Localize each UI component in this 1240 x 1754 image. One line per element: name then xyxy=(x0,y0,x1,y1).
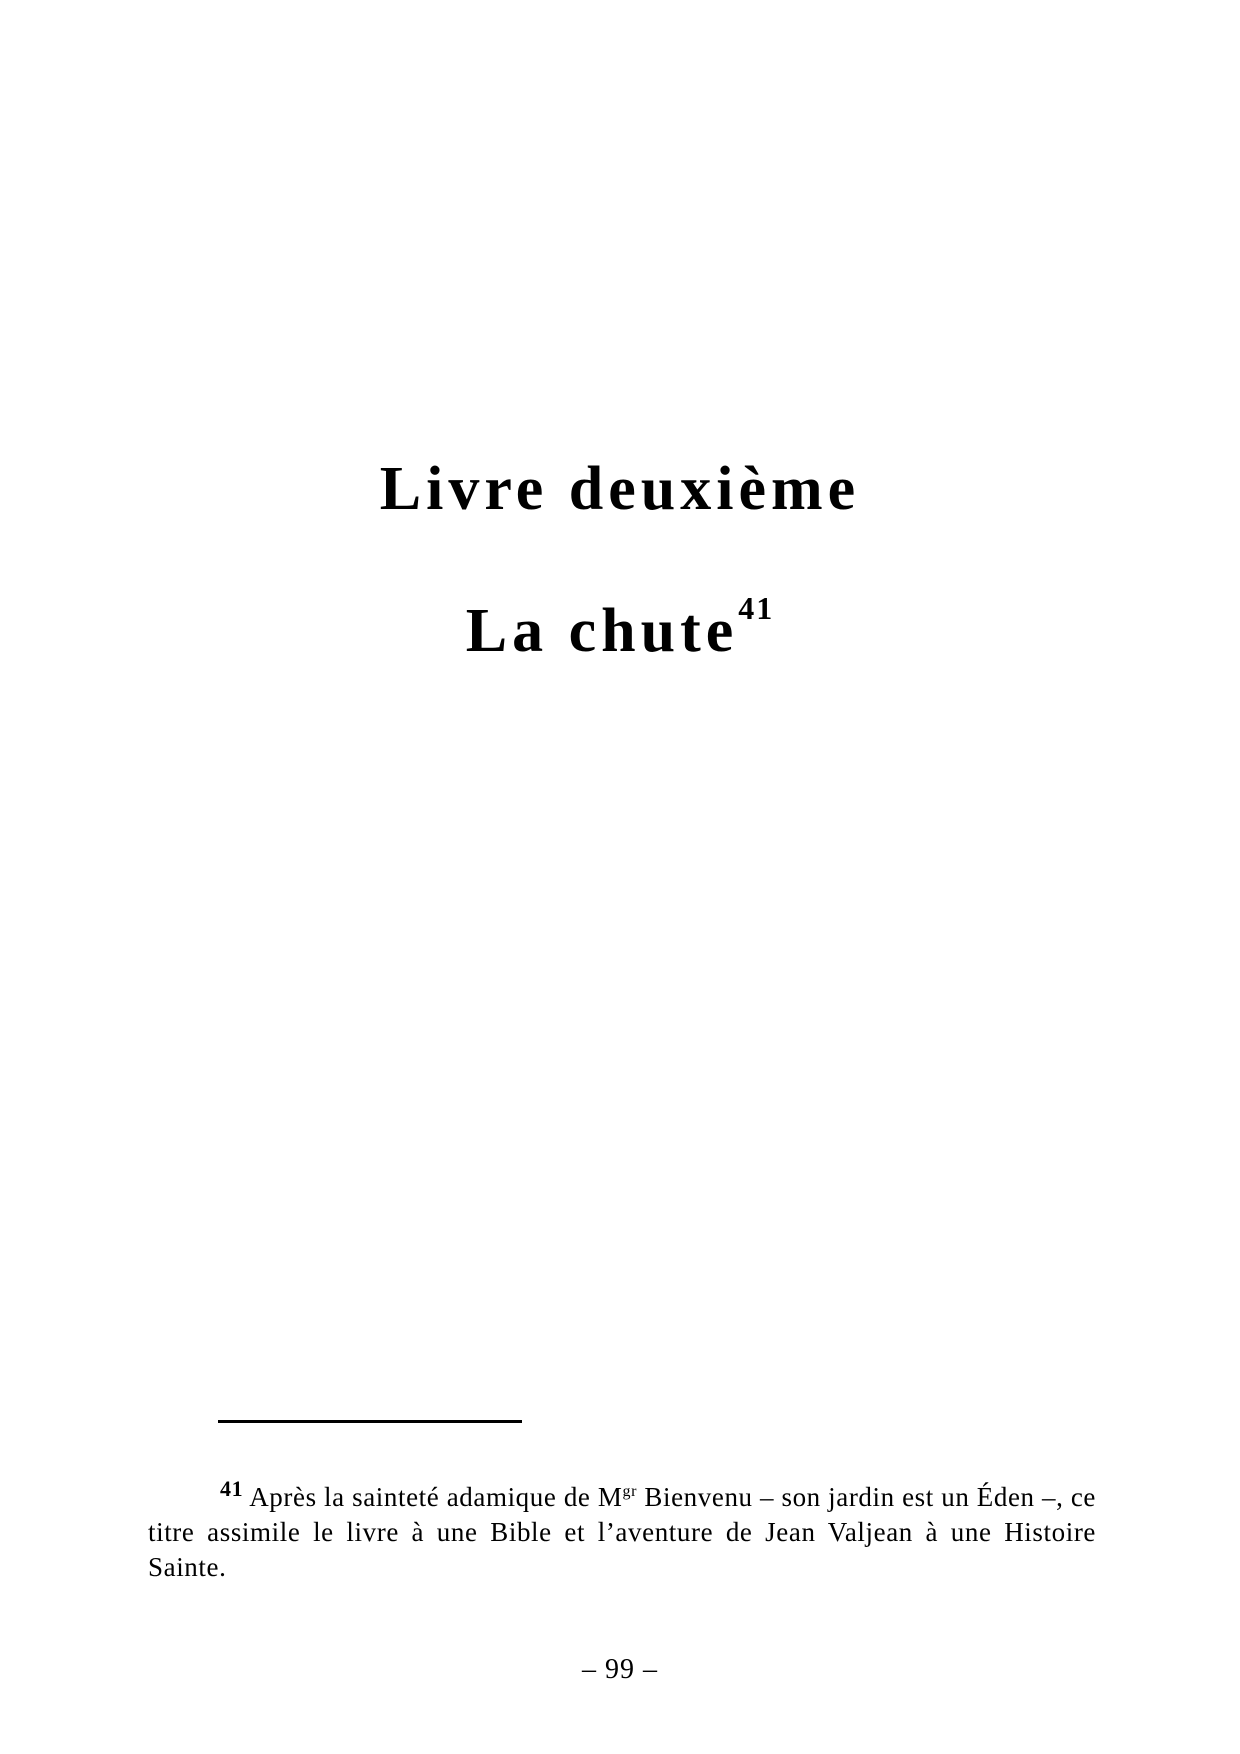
page-number: – 99 – xyxy=(582,1654,658,1685)
part-title: La chute41 xyxy=(0,592,1240,665)
footnote-text-start: Après la sainteté adamique de M xyxy=(249,1482,623,1512)
footnote-separator xyxy=(218,1420,522,1423)
footnote-number: 41 xyxy=(220,1476,244,1501)
footnote: 41 Après la sainteté adamique de Mgr Bien… xyxy=(148,1478,1096,1585)
footnote-reference-marker[interactable]: 41 xyxy=(738,590,774,626)
book-title: Livre deuxième xyxy=(379,455,861,523)
honorific-superscript: gr xyxy=(622,1483,638,1500)
part-title-text: La chute xyxy=(465,597,739,665)
